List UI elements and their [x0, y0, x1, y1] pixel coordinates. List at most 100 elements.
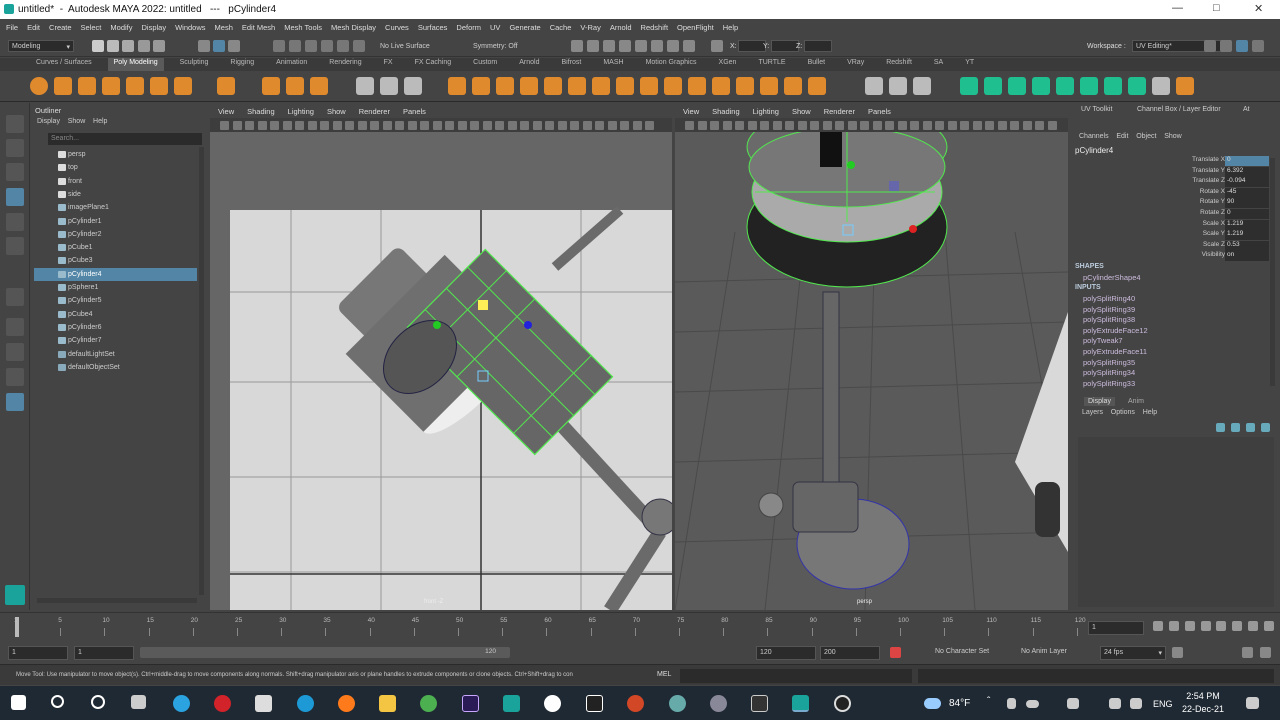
redo-icon[interactable]	[153, 40, 165, 52]
channel-menu-show[interactable]: Show	[1164, 133, 1182, 140]
maya-taskbar-icon[interactable]	[503, 695, 520, 712]
poly-torus-icon[interactable]	[126, 77, 144, 95]
viewport-tool-icon[interactable]	[1010, 121, 1019, 130]
viewport-tool-icon[interactable]	[897, 121, 907, 130]
range-bar[interactable]: 120	[140, 647, 510, 658]
vp1-menu-show[interactable]: Show	[327, 107, 346, 116]
symmetry-field[interactable]: Symmetry: Off	[473, 43, 518, 50]
maximize-button[interactable]: □	[1213, 2, 1220, 14]
vp1-menu-shading[interactable]: Shading	[247, 107, 275, 116]
go-to-start-icon[interactable]	[1153, 621, 1163, 631]
viewport-tool-icon[interactable]	[507, 121, 517, 130]
channel-menu-channels[interactable]: Channels	[1079, 133, 1109, 140]
tab-anim-layers[interactable]: Anim	[1128, 398, 1144, 405]
outliner-item-pcube1[interactable]: pCube1	[34, 241, 197, 254]
insert-loop-icon[interactable]	[736, 77, 754, 95]
shelf-tab-turtle[interactable]: TURTLE	[752, 58, 791, 71]
menu-mesh[interactable]: Mesh	[215, 23, 233, 32]
toggle-tool-settings-icon[interactable]	[1220, 40, 1232, 52]
shelf-tab-poly-modeling[interactable]: Poly Modeling	[107, 58, 164, 71]
viewport-tool-icon[interactable]	[760, 121, 769, 130]
menu-file[interactable]: File	[6, 23, 18, 32]
input-node-polysplitring34[interactable]: polySplitRing34	[1083, 368, 1135, 377]
outliner-menu-show[interactable]: Show	[68, 118, 86, 125]
ipr-render-icon[interactable]	[603, 40, 615, 52]
viewport-tool-icon[interactable]	[910, 121, 919, 130]
menu-redshift[interactable]: Redshift	[641, 23, 669, 32]
outliner-item-side[interactable]: side	[34, 188, 197, 201]
shelf-tab-vray[interactable]: VRay	[841, 58, 870, 71]
current-frame-field[interactable]: 1	[1088, 621, 1144, 635]
outliner-menu-display[interactable]: Display	[37, 118, 60, 125]
viewport-tool-icon[interactable]	[822, 121, 832, 130]
loop-icon[interactable]	[1172, 647, 1183, 658]
toggle-attribute-editor-icon[interactable]	[1204, 40, 1216, 52]
play-icon[interactable]	[667, 40, 679, 52]
viewport-tool-icon[interactable]	[257, 121, 267, 130]
viewport-tool-icon[interactable]	[445, 121, 454, 130]
viewport-tool-icon[interactable]	[420, 121, 429, 130]
viewport-tool-icon[interactable]	[607, 121, 617, 130]
media-player-icon[interactable]	[710, 695, 727, 712]
sound-icon[interactable]	[1242, 647, 1253, 658]
outliner-layout-icon[interactable]	[6, 393, 24, 411]
channel-value-field[interactable]: -45	[1225, 187, 1269, 198]
rotate-tool-icon[interactable]	[6, 213, 24, 231]
input-node-polysplitring40[interactable]: polySplitRing40	[1083, 294, 1135, 303]
extract-icon[interactable]	[784, 77, 802, 95]
search-icon[interactable]	[51, 695, 64, 708]
playback-start-field[interactable]: 1	[74, 646, 134, 660]
snap-point-icon[interactable]	[305, 40, 317, 52]
viewport-tool-icon[interactable]	[595, 121, 604, 130]
tray-pen-icon[interactable]	[1130, 698, 1142, 709]
playback-end-field[interactable]: 120	[756, 646, 816, 660]
viewport-tool-icon[interactable]	[395, 121, 404, 130]
telegram-icon[interactable]	[173, 695, 190, 712]
fill-hole-icon[interactable]	[568, 77, 586, 95]
menu-uv[interactable]: UV	[490, 23, 500, 32]
shelf-tab-rigging[interactable]: Rigging	[224, 58, 260, 71]
outliner-item-front[interactable]: front	[34, 175, 197, 188]
transform-input-icon[interactable]	[711, 40, 723, 52]
toggle-channel-box-icon[interactable]	[1236, 40, 1248, 52]
channel-box-scrollbar[interactable]	[1270, 158, 1275, 386]
character-set-selector[interactable]: No Character Set	[932, 646, 1012, 660]
viewport-tool-icon[interactable]	[570, 121, 579, 130]
task-view-icon[interactable]	[131, 695, 146, 709]
preferences-icon[interactable]	[1260, 647, 1271, 658]
vp2-menu-show[interactable]: Show	[792, 107, 811, 116]
minimize-button[interactable]: —	[1172, 2, 1183, 14]
viewport-tool-icon[interactable]	[710, 121, 719, 130]
select-component-icon[interactable]	[228, 40, 240, 52]
viewport-tool-icon[interactable]	[457, 121, 467, 130]
uv-cut-icon[interactable]	[1056, 77, 1074, 95]
vp2-menu-renderer[interactable]: Renderer	[824, 107, 855, 116]
step-back-frame-icon[interactable]	[1185, 621, 1195, 631]
outliner-item-top[interactable]: top	[34, 161, 197, 174]
poly-plane-icon[interactable]	[150, 77, 168, 95]
persp-outliner-layout-icon[interactable]	[6, 343, 24, 361]
fps-selector[interactable]: 24 fps ▾	[1100, 646, 1166, 660]
viewport-tool-icon[interactable]	[785, 121, 794, 130]
viewport-tool-icon[interactable]	[860, 121, 869, 130]
time-slider[interactable]: 1510152025303540455055606570758085909510…	[0, 612, 1280, 641]
viewport-tool-icon[interactable]	[220, 121, 229, 130]
viewport-tool-icon[interactable]	[735, 121, 744, 130]
channel-value-field[interactable]: 0	[1225, 156, 1269, 166]
uv-unfold-icon[interactable]	[1104, 77, 1122, 95]
step-forward-key-icon[interactable]	[1248, 621, 1258, 631]
viewport-persp-canvas[interactable]	[675, 132, 1068, 610]
powerpoint-icon[interactable]	[627, 695, 644, 712]
viewport-tool-icon[interactable]	[307, 121, 317, 130]
command-line-input[interactable]	[680, 669, 912, 683]
move-layer-up-icon[interactable]	[1216, 423, 1225, 432]
close-button[interactable]: ✕	[1254, 2, 1263, 15]
viewport-tool-icon[interactable]	[345, 121, 354, 130]
tray-app-icon[interactable]	[1007, 698, 1016, 709]
vp1-menu-panels[interactable]: Panels	[403, 107, 426, 116]
playhead[interactable]	[15, 617, 19, 637]
viewport-tool-icon[interactable]	[582, 121, 592, 130]
viewport-persp[interactable]: View Shading Lighting Show Renderer Panels pe…	[675, 104, 1068, 610]
merge-icon[interactable]	[640, 77, 658, 95]
platonic-solid-icon[interactable]	[217, 77, 235, 95]
